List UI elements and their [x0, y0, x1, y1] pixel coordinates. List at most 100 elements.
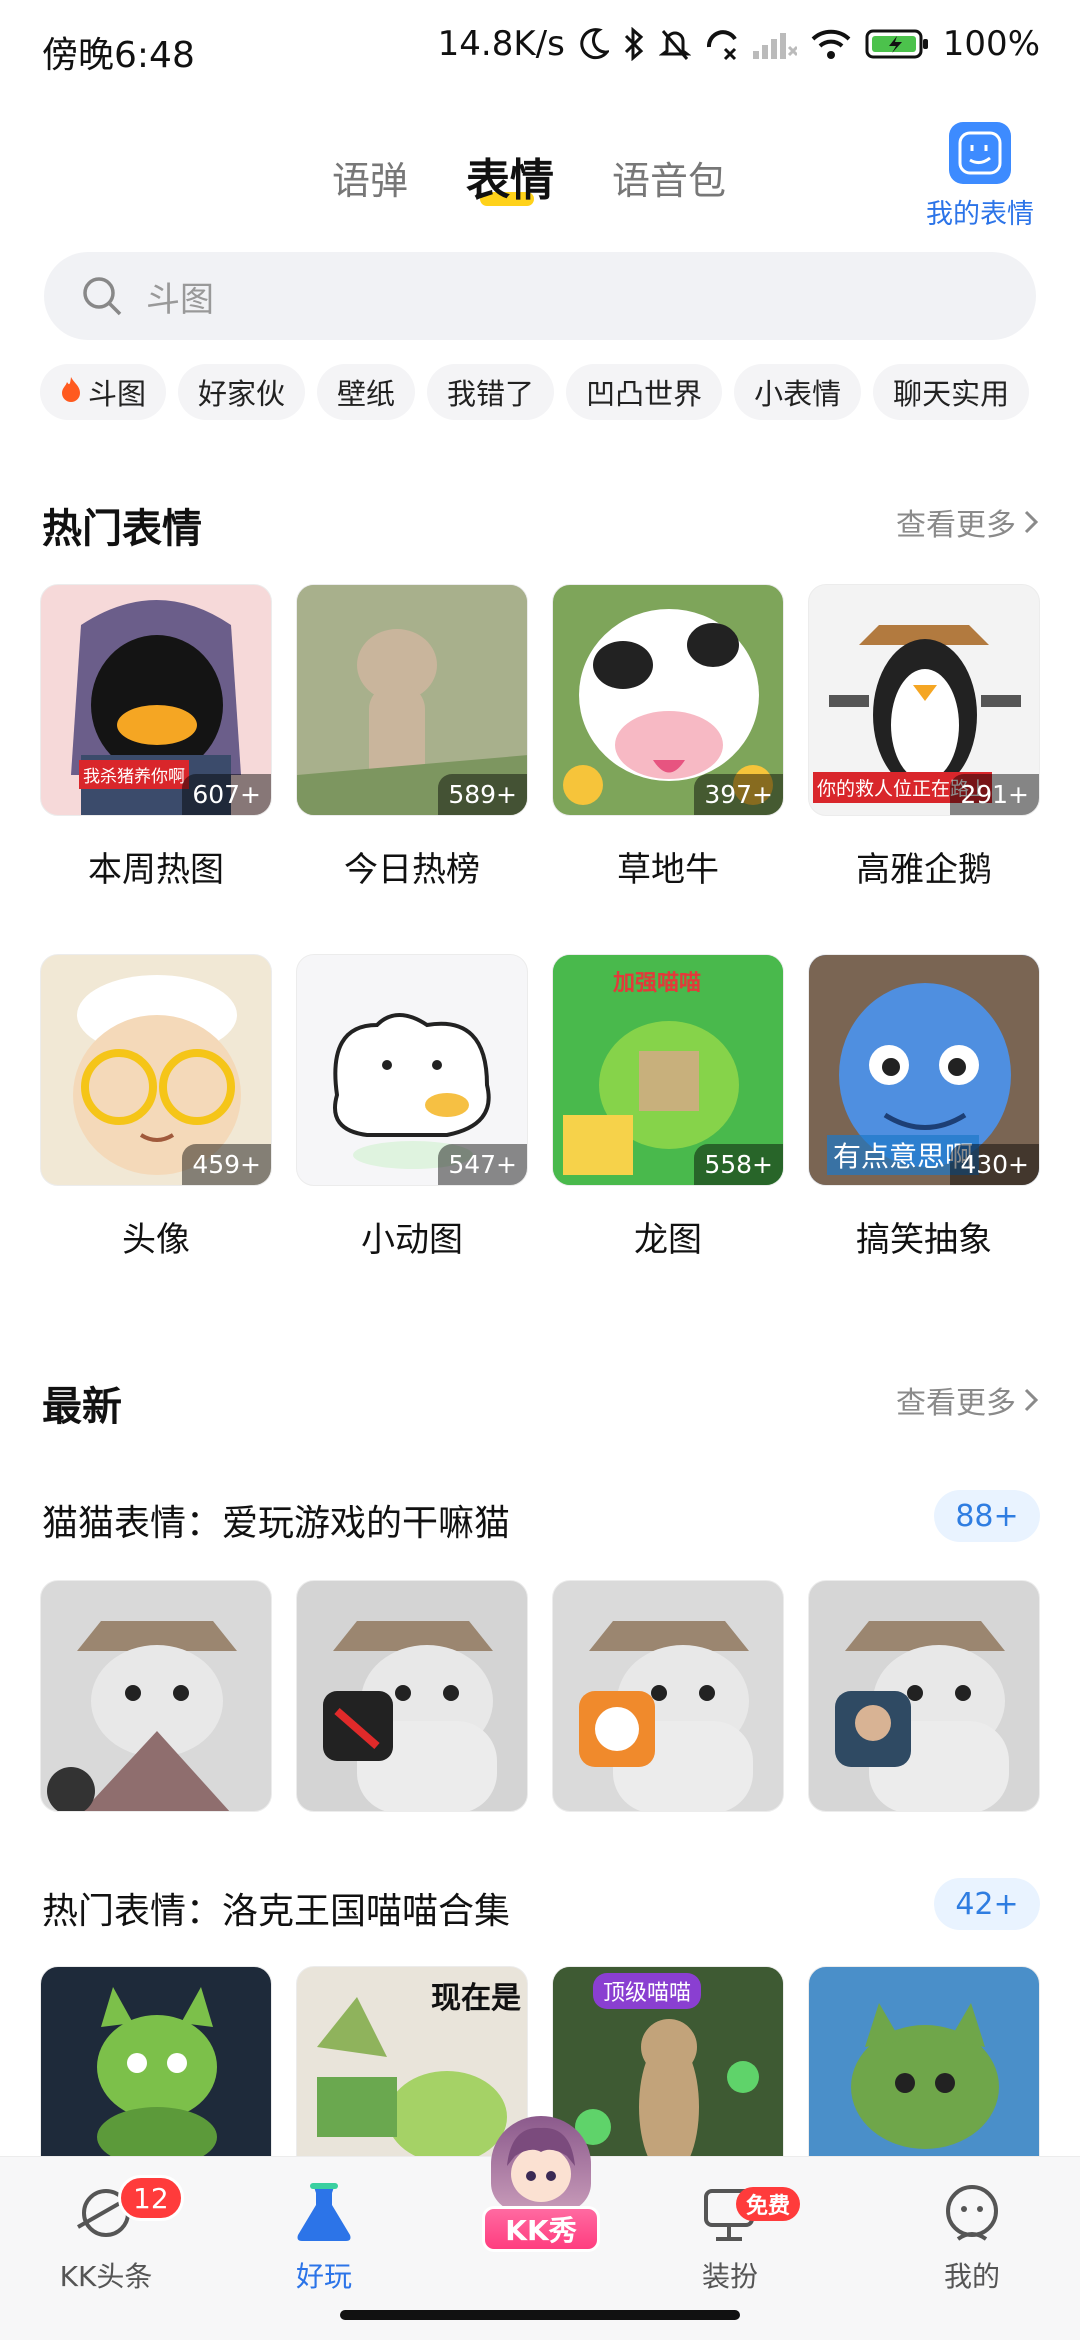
thumbnail: 有点意思啊 430+ [808, 954, 1040, 1186]
wifi-icon [811, 29, 851, 59]
thumbnail [40, 1580, 272, 1812]
search-input[interactable]: 斗图 [44, 252, 1036, 340]
chip-aotu-world[interactable]: 凹凸世界 [566, 364, 723, 420]
nav-kk-headlines[interactable]: 12 KK头条 [26, 2175, 186, 2295]
chip-haojiahuo[interactable]: 好家伙 [178, 364, 306, 420]
chevron-right-icon [1024, 1388, 1039, 1412]
thumbnail [296, 1580, 528, 1812]
emoji-type-tabs: 语弹 表情 语音包 [0, 140, 1080, 220]
nav-label: 好玩 [295, 2260, 352, 2293]
tab-yudan[interactable]: 语弹 [332, 150, 408, 205]
home-indicator[interactable] [340, 2310, 740, 2320]
nav-label: KK头条 [59, 2260, 153, 2293]
search-placeholder: 斗图 [146, 279, 214, 320]
nav-label: 装扮 [701, 2260, 758, 2293]
chip-small-emoji[interactable]: 小表情 [734, 364, 862, 420]
status-time: 傍晚6:48 [42, 35, 195, 76]
hot-card-weekly[interactable]: 我杀猪养你啊 607+ 本周热图 [40, 584, 272, 891]
hot-card-funny-abstract[interactable]: 有点意思啊 430+ 搞笑抽象 [808, 954, 1040, 1261]
hot-keyword-chips: 斗图 好家伙 壁纸 我错了 凹凸世界 小表情 聊天实用 [40, 364, 1040, 420]
status-icons: 14.8K/s 100% [438, 24, 1040, 64]
nav-kk-show[interactable]: KK秀 [482, 2116, 600, 2252]
nav-dress-up[interactable]: 免费 装扮 [650, 2181, 810, 2295]
tab-voice-pack[interactable]: 语音包 [612, 150, 726, 205]
face-sticker-icon [949, 122, 1011, 184]
chip-wocuole[interactable]: 我错了 [427, 364, 555, 420]
hot-card-avatar[interactable]: 459+ 头像 [40, 954, 272, 1261]
card-label: 头像 [122, 1220, 190, 1260]
emoji-count: 291+ [950, 774, 1039, 815]
hot-section-title: 热门表情 [42, 506, 202, 552]
thumbnail: 589+ [296, 584, 528, 816]
hot-card-dragon[interactable]: 加强喵喵 558+ 龙图 [552, 954, 784, 1261]
signal-icon [752, 33, 797, 59]
emoji-count: 397+ [694, 774, 783, 815]
my-emoji-button[interactable]: 我的表情 [920, 122, 1040, 231]
moon-icon [580, 28, 609, 60]
emoji-count: 589+ [438, 774, 527, 815]
emoji-set-item[interactable] [40, 1580, 272, 1812]
emoji-count: 558+ [694, 1144, 783, 1185]
thumbnail [552, 1580, 784, 1812]
thumb-caption: 顶级喵喵 [593, 1973, 702, 2009]
card-label: 本周热图 [88, 850, 224, 890]
card-label: 草地牛 [617, 850, 719, 890]
nav-fun[interactable]: 好玩 [244, 2181, 404, 2295]
card-label: 龙图 [634, 1220, 702, 1260]
chip-doutu[interactable]: 斗图 [40, 364, 167, 420]
thumb-caption: 现在是 [431, 1981, 521, 2016]
hot-card-penguin[interactable]: 你的救人位正在路上 291+ 高雅企鹅 [808, 584, 1040, 891]
chip-label: 斗图 [88, 377, 147, 411]
emoji-set-title[interactable]: 猫猫表情：爱玩游戏的干嘛猫 [42, 1494, 510, 1546]
chevron-right-icon [1024, 510, 1039, 534]
battery-icon [865, 29, 928, 59]
avatar-icon [491, 2116, 591, 2212]
see-more-label: 查看更多 [896, 508, 1016, 543]
tab-emoji[interactable]: 表情 [466, 144, 554, 208]
card-label: 高雅企鹅 [856, 850, 992, 890]
kk-show-label: KK秀 [482, 2206, 600, 2252]
bluetooth-icon [624, 27, 643, 61]
thumbnail: 547+ [296, 954, 528, 1186]
thumbnail: 459+ [40, 954, 272, 1186]
emoji-count: 547+ [438, 1144, 527, 1185]
thumbnail: 你的救人位正在路上 291+ [808, 584, 1040, 816]
emoji-set-item[interactable] [808, 1580, 1040, 1812]
free-badge: 免费 [736, 2187, 801, 2221]
notification-badge: 12 [118, 2175, 184, 2221]
fire-icon [60, 375, 82, 409]
hot-card-grass-cow[interactable]: 397+ 草地牛 [552, 584, 784, 891]
card-label: 搞笑抽象 [856, 1220, 992, 1260]
nav-mine[interactable]: 我的 [892, 2181, 1052, 2295]
card-label: 今日热榜 [344, 850, 480, 890]
my-emoji-label: 我的表情 [926, 199, 1034, 230]
chip-chat-useful[interactable]: 聊天实用 [873, 364, 1030, 420]
latest-see-more-link[interactable]: 查看更多 [896, 1378, 1040, 1422]
nav-label: 我的 [943, 2260, 1000, 2293]
thumbnail: 我杀猪养你啊 607+ [40, 584, 272, 816]
chip-wallpaper[interactable]: 壁纸 [317, 364, 416, 420]
thumb-caption: 我杀猪养你啊 [79, 760, 189, 789]
profile-icon [940, 2181, 1004, 2245]
hot-card-daily[interactable]: 589+ 今日热榜 [296, 584, 528, 891]
emoji-count: 430+ [950, 1144, 1039, 1185]
battery-percent: 100% [942, 24, 1040, 64]
network-speed: 14.8K/s [437, 24, 565, 64]
hot-card-small-gif[interactable]: 547+ 小动图 [296, 954, 528, 1261]
thumbnail: 397+ [552, 584, 784, 816]
emoji-count: 459+ [182, 1144, 271, 1185]
emoji-count: 607+ [182, 774, 271, 815]
see-more-label: 查看更多 [896, 1386, 1016, 1421]
mute-icon [658, 30, 691, 60]
emoji-set-count[interactable]: 88+ [934, 1490, 1040, 1542]
emoji-set-title[interactable]: 热门表情：洛克王国喵喵合集 [42, 1882, 510, 1934]
search-icon [83, 277, 122, 316]
thumbnail [808, 1580, 1040, 1812]
card-label: 小动图 [361, 1220, 463, 1260]
emoji-set-item[interactable] [296, 1580, 528, 1812]
thumb-caption: 加强喵喵 [613, 971, 702, 996]
hot-see-more-link[interactable]: 查看更多 [896, 500, 1040, 544]
emoji-set-count[interactable]: 42+ [934, 1878, 1040, 1930]
emoji-set-item[interactable] [552, 1580, 784, 1812]
thumbnail: 加强喵喵 558+ [552, 954, 784, 1186]
